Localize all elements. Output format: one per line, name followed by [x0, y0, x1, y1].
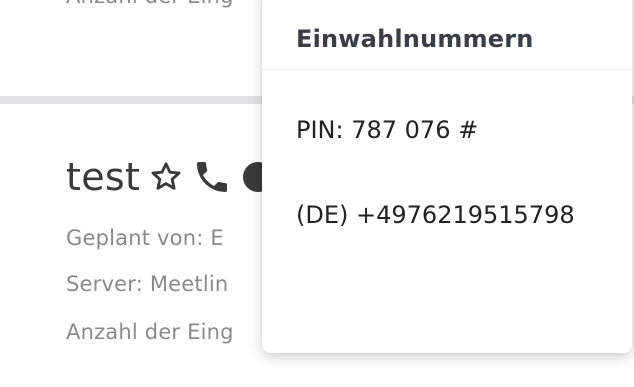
server-text: Server: Meetlin [66, 272, 229, 296]
page: Anzahl der Eing test Geplant von: E Serv… [0, 0, 634, 387]
phone-icon[interactable] [192, 157, 232, 197]
previous-participants-count-text: Anzahl der Eing [66, 0, 234, 8]
dial-in-phone-number[interactable]: (DE) +4976219515798 [296, 201, 575, 229]
star-outline-icon[interactable] [148, 159, 184, 195]
dial-in-popover: Einwahlnummern PIN: 787 076 # (DE) +4976… [262, 0, 632, 353]
popover-header: Einwahlnummern [262, 0, 632, 70]
planned-by-text: Geplant von: E [66, 226, 224, 250]
participants-count-text: Anzahl der Eing [66, 320, 234, 344]
conference-title: test [66, 155, 141, 199]
pin-text: PIN: 787 076 # [296, 116, 479, 144]
conference-title-row: test [66, 150, 276, 204]
popover-title: Einwahlnummern [296, 25, 534, 53]
